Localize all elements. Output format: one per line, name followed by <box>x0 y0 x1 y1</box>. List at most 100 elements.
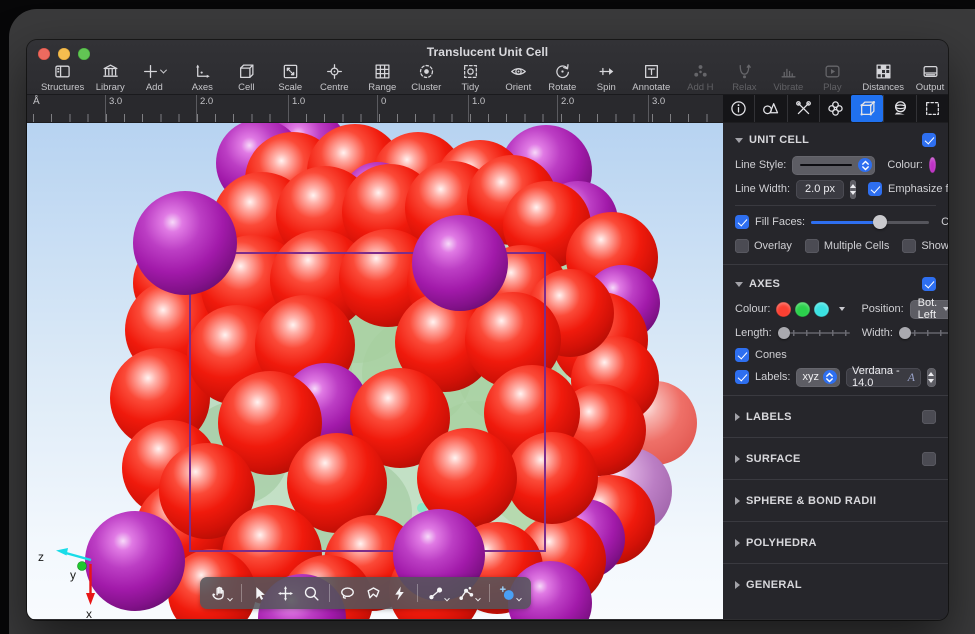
toolbar-button-cluster[interactable]: Cluster <box>406 62 446 93</box>
scale-icon <box>282 63 299 80</box>
select-arrow-tool-button[interactable] <box>251 585 268 602</box>
inspector-tab-info[interactable] <box>723 95 754 122</box>
overlay-checkbox[interactable] <box>735 239 749 253</box>
toolbar-button-scale[interactable]: Scale <box>270 62 310 93</box>
inspector-tab-unitcell[interactable] <box>851 95 883 122</box>
inspector-tab-globe[interactable] <box>883 95 915 122</box>
fill-faces-checkbox[interactable] <box>735 215 749 229</box>
section-general: GENERAL <box>723 568 948 601</box>
axis-labels-value: xyz <box>802 371 819 383</box>
axis-labels-checkbox[interactable] <box>735 370 749 384</box>
angle-tool-tool-button[interactable] <box>458 585 480 602</box>
disclosure-triangle[interactable] <box>735 455 740 463</box>
axis-font-field[interactable]: Verdana - 14.0 A <box>846 368 921 387</box>
axes-width-slider[interactable] <box>899 326 948 340</box>
show-labels-checkbox[interactable] <box>902 239 916 253</box>
toolbar-button-spin[interactable]: Spin <box>586 62 626 93</box>
section-enabled-checkbox[interactable] <box>922 452 936 466</box>
lightning-tool-button[interactable] <box>391 585 408 602</box>
model-viewport[interactable]: zyx <box>27 123 723 619</box>
toolbar-button-tidy[interactable]: Tidy <box>450 62 490 93</box>
chevron-down-icon[interactable] <box>839 307 845 311</box>
toolbar-button-label: Range <box>368 82 396 93</box>
toolbar-button-annotate[interactable]: Annotate <box>630 62 672 93</box>
ruler-major-tick <box>557 95 558 122</box>
zoom-tool-button[interactable] <box>303 585 320 602</box>
toolbar-button-distances[interactable]: Distances <box>860 62 906 93</box>
disclosure-triangle[interactable] <box>735 413 740 421</box>
structure-view[interactable]: zyx <box>27 123 723 619</box>
multiple-cells-label: Multiple Cells <box>824 240 889 252</box>
structure-scene[interactable]: zyx <box>27 123 723 619</box>
axes-enabled-checkbox[interactable] <box>922 277 936 291</box>
toolbar-group: DistancesOutputInspector <box>860 62 948 93</box>
line-width-stepper[interactable] <box>850 180 856 199</box>
axis-labels-popup[interactable]: xyz <box>796 368 840 387</box>
lasso-icon <box>339 585 356 602</box>
ruler-major-label: 3.0 <box>652 96 665 107</box>
toolbar-button-library[interactable]: Library <box>90 62 130 93</box>
disclosure-triangle[interactable] <box>735 497 740 505</box>
toolbar-button-centre[interactable]: Centre <box>314 62 354 93</box>
axis-colour-well[interactable] <box>814 302 829 317</box>
ruler: Å3.02.01.001.02.03.0 <box>27 95 723 123</box>
axis-font-stepper[interactable] <box>927 368 936 387</box>
popup-stepper-icon <box>858 158 872 172</box>
y-axis-dot <box>78 562 87 571</box>
line-style-popup[interactable] <box>792 156 875 175</box>
toolbar-button-cell[interactable]: Cell <box>226 62 266 93</box>
toolbar-button-label: Axes <box>192 82 213 93</box>
toolbar-button-range[interactable]: Range <box>362 62 402 93</box>
line-width-field[interactable]: 2.0 px <box>796 180 844 199</box>
inspector-tab-shapes[interactable] <box>754 95 786 122</box>
desktop-background: Translucent Unit Cell StructuresLibraryA… <box>0 0 975 634</box>
toolbar-button-label: Distances <box>862 82 904 93</box>
cones-checkbox[interactable] <box>735 348 749 362</box>
unit-cell-enabled-checkbox[interactable] <box>922 133 936 147</box>
inspector-tab-bar <box>723 95 948 123</box>
ruler-unit-label: Å <box>33 96 40 107</box>
toolbar-button-rotate[interactable]: Rotate <box>542 62 582 93</box>
toolbar-button-axes[interactable]: Axes <box>182 62 222 93</box>
polygon-lasso-tool-button[interactable] <box>365 585 382 602</box>
toolbar-button-play: Play <box>812 62 852 93</box>
emphasize-front-checkbox[interactable] <box>868 182 882 196</box>
lasso-tool-button[interactable] <box>339 585 356 602</box>
axes-position-label: Position: <box>861 303 903 315</box>
multiple-cells-checkbox[interactable] <box>805 239 819 253</box>
atom-sphere-purple[interactable] <box>85 511 185 611</box>
cluster-icon <box>418 63 435 80</box>
y-axis-label: y <box>70 568 76 582</box>
axis-colour-well[interactable] <box>795 302 810 317</box>
axis-colour-well[interactable] <box>776 302 791 317</box>
atom-sphere-purple[interactable] <box>412 215 508 311</box>
line-colour-well[interactable] <box>929 157 936 173</box>
atom-sphere-purple[interactable] <box>133 191 237 295</box>
axes-disclosure-triangle[interactable] <box>735 282 743 287</box>
disclosure-triangle[interactable] <box>735 581 740 589</box>
unit-cell-disclosure-triangle[interactable] <box>735 138 743 143</box>
fill-opacity-slider[interactable] <box>811 215 929 229</box>
toolbar-button-output[interactable]: Output <box>910 62 948 93</box>
toolbar-button-vibrate: Vibrate <box>768 62 808 93</box>
bond-tool-tool-button[interactable] <box>427 585 449 602</box>
new-atom-tool-button[interactable] <box>499 585 521 602</box>
section-enabled-checkbox[interactable] <box>922 410 936 424</box>
toolbar-button-structures[interactable]: Structures <box>39 62 86 93</box>
disclosure-triangle[interactable] <box>735 539 740 547</box>
move-tool-button[interactable] <box>277 585 294 602</box>
axes-position-popup[interactable]: Bot. Left <box>910 300 948 319</box>
library-icon <box>102 63 119 80</box>
slider-knob[interactable] <box>873 215 887 229</box>
atom-sphere-red[interactable] <box>506 432 598 524</box>
toolbar-button-orient[interactable]: Orient <box>498 62 538 93</box>
pan-hand-tool-button[interactable] <box>210 585 232 602</box>
axes-length-slider[interactable] <box>778 326 850 340</box>
inspector-tab-atom[interactable] <box>819 95 851 122</box>
axis-labels-label: Labels: <box>755 371 790 383</box>
inspector-tab-tools[interactable] <box>787 95 819 122</box>
toolbar-button-add[interactable]: Add <box>134 62 174 93</box>
section-polyhedra: POLYHEDRA <box>723 526 948 559</box>
inspector-tab-selection[interactable] <box>916 95 948 122</box>
relax-icon <box>736 63 753 80</box>
